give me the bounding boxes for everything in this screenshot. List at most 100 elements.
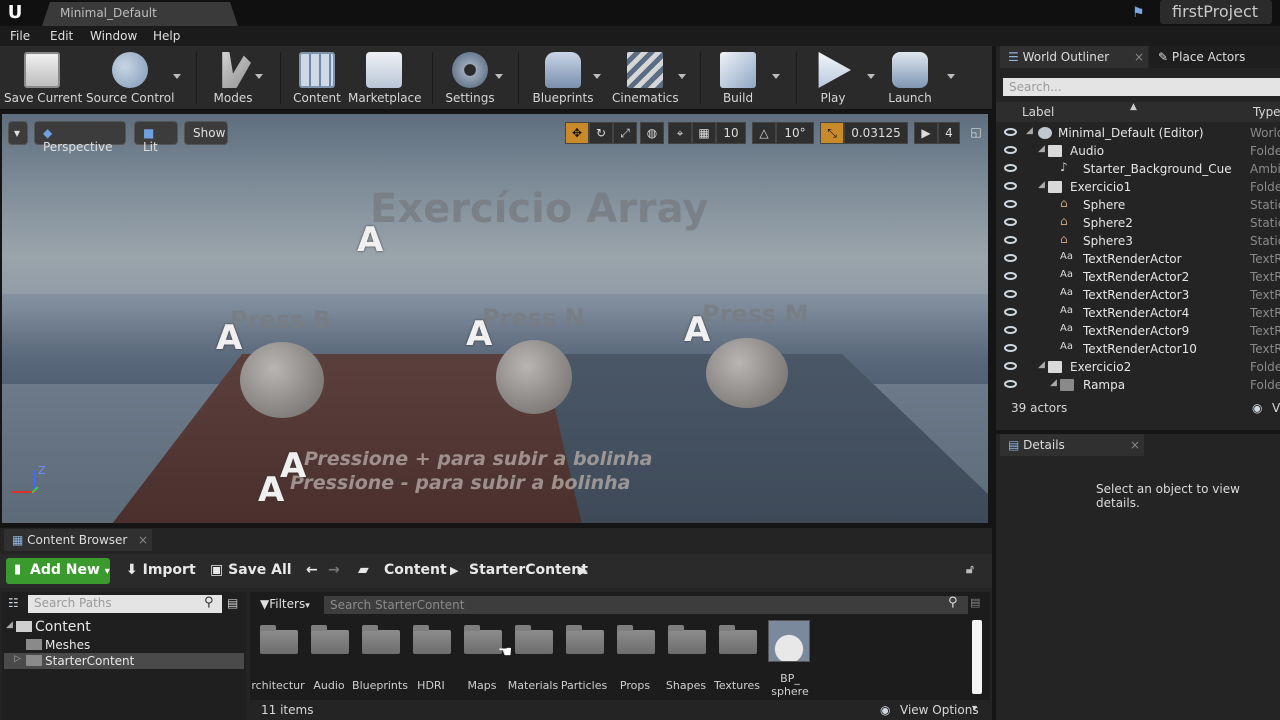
visibility-eye-icon[interactable]: [1004, 164, 1017, 172]
tab-place-actors[interactable]: ✎ Place Actors: [1150, 46, 1280, 68]
launch-button[interactable]: Launch: [882, 46, 938, 110]
menu-help[interactable]: Help: [153, 29, 180, 43]
rotation-snap-icon[interactable]: △: [752, 122, 776, 144]
tree-row[interactable]: Aa TextRenderActor10 TextR: [996, 340, 1280, 358]
visibility-eye-icon[interactable]: [1004, 380, 1017, 388]
visibility-eye-icon[interactable]: [1004, 326, 1017, 334]
folder-nav-icon[interactable]: ▰: [358, 562, 369, 578]
notification-icon[interactable]: ⚑: [1132, 5, 1150, 21]
breadcrumb-starter-content[interactable]: StarterContent: [469, 562, 588, 578]
save-search-icon[interactable]: ▤: [970, 596, 980, 609]
visibility-eye-icon[interactable]: [1004, 182, 1017, 190]
show-button[interactable]: Show: [184, 121, 228, 145]
play-button[interactable]: Play: [806, 46, 860, 110]
breadcrumb-chevron-icon[interactable]: ▶: [450, 564, 458, 577]
view-options-eye-icon[interactable]: ◉: [1252, 401, 1262, 415]
launch-dropdown-icon[interactable]: [947, 74, 955, 79]
rotation-snap-value[interactable]: 10°: [776, 122, 814, 144]
close-icon[interactable]: ×: [138, 533, 148, 547]
menu-file[interactable]: File: [10, 29, 30, 43]
blueprints-button[interactable]: Blueprints: [530, 46, 596, 110]
scale-snap-value[interactable]: 0.03125: [844, 122, 908, 144]
tree-row[interactable]: Aa TextRenderActor2 TextR: [996, 268, 1280, 286]
settings-button[interactable]: Settings: [442, 46, 498, 110]
assets-scrollbar[interactable]: [972, 620, 982, 694]
viewport-options-dropdown[interactable]: ▾: [8, 121, 28, 145]
sphere-b[interactable]: [240, 342, 324, 418]
expand-arrow-icon[interactable]: ◢: [1038, 180, 1045, 190]
tab-details[interactable]: ▤ Details ×: [1000, 434, 1144, 456]
content-button[interactable]: Content: [290, 46, 344, 110]
sources-toggle-icon[interactable]: ☷: [8, 596, 19, 610]
world-local-icon[interactable]: ◍: [640, 122, 664, 144]
menu-edit[interactable]: Edit: [50, 29, 73, 43]
rotate-tool-icon[interactable]: ↻: [589, 122, 613, 144]
modes-button[interactable]: Modes: [206, 46, 260, 110]
tree-item-meshes[interactable]: Meshes: [4, 637, 244, 653]
view-options-label[interactable]: V: [1272, 401, 1280, 415]
breadcrumb-chevron-icon[interactable]: ▶: [579, 564, 587, 577]
scale-tool-icon[interactable]: ⤢: [613, 122, 637, 144]
tree-row[interactable]: ♪ Starter_Background_Cue Ambie: [996, 160, 1280, 178]
save-current-button[interactable]: Save Current: [4, 46, 82, 110]
text-render-billboard-icon[interactable]: A: [357, 220, 383, 260]
visibility-eye-icon[interactable]: [1004, 308, 1017, 316]
filters-button[interactable]: ▼Filters▾: [260, 597, 310, 611]
play-dropdown-icon[interactable]: [867, 74, 875, 79]
tree-row[interactable]: Aa TextRenderActor4 TextR: [996, 304, 1280, 322]
save-all-button[interactable]: ▣ Save All: [210, 562, 292, 578]
camera-speed-value[interactable]: 4: [938, 122, 960, 144]
back-button[interactable]: ←: [306, 562, 318, 578]
paths-options-icon[interactable]: ▤: [227, 596, 238, 610]
sphere-n[interactable]: [496, 340, 572, 414]
add-new-button[interactable]: ▮ Add New ▾: [6, 558, 110, 584]
tree-row[interactable]: ◢ Rampa Folder: [996, 376, 1280, 394]
expand-arrow-icon[interactable]: ◢: [1026, 126, 1033, 136]
build-dropdown-icon[interactable]: [772, 74, 780, 79]
tree-row[interactable]: ◢ Exercicio2 Folder: [996, 358, 1280, 376]
tree-row[interactable]: ⌂ Sphere2 Static: [996, 214, 1280, 232]
outliner-search-input[interactable]: Search...: [1003, 78, 1280, 96]
translate-tool-icon[interactable]: ✥: [565, 122, 589, 144]
type-column-header[interactable]: Type: [1253, 105, 1280, 119]
forward-button[interactable]: →: [328, 562, 340, 578]
scale-snap-icon[interactable]: ⤡: [820, 122, 844, 144]
source-control-dropdown-icon[interactable]: [173, 74, 181, 79]
tab-world-outliner[interactable]: ☰ World Outliner ×: [1000, 46, 1148, 68]
visibility-eye-icon[interactable]: [1004, 128, 1017, 136]
text-render-billboard-icon[interactable]: A: [258, 470, 284, 510]
perspective-button[interactable]: ◆ Perspective: [34, 121, 126, 154]
marketplace-button[interactable]: Marketplace: [348, 46, 422, 110]
level-viewport[interactable]: Exercício Array Press B Press N Press M …: [2, 114, 988, 523]
close-icon[interactable]: ×: [1134, 50, 1144, 64]
maximize-viewport-icon[interactable]: ◱: [966, 122, 986, 144]
visibility-eye-icon[interactable]: [1004, 146, 1017, 154]
unreal-logo-icon[interactable]: U: [4, 2, 26, 24]
breadcrumb-content[interactable]: Content: [384, 562, 447, 578]
chevron-down-icon[interactable]: ▾: [972, 703, 977, 714]
text-render-billboard-icon[interactable]: A: [684, 310, 710, 350]
visibility-eye-icon[interactable]: [1004, 344, 1017, 352]
tree-row[interactable]: Aa TextRenderActor TextR: [996, 250, 1280, 268]
expand-arrow-icon[interactable]: ◢: [1050, 378, 1057, 388]
source-control-button[interactable]: Source Control: [86, 46, 174, 110]
settings-dropdown-icon[interactable]: [495, 74, 503, 79]
tree-row[interactable]: Aa TextRenderActor3 TextR: [996, 286, 1280, 304]
label-column-header[interactable]: Label: [1022, 105, 1054, 119]
visibility-eye-icon[interactable]: [1004, 218, 1017, 226]
search-icon[interactable]: ⚲: [948, 595, 958, 610]
expand-arrow-icon[interactable]: ◢: [1038, 360, 1045, 370]
menu-window[interactable]: Window: [90, 29, 137, 43]
lock-icon[interactable]: 🔓︎: [966, 562, 974, 577]
import-button[interactable]: ⬇ Import: [126, 562, 196, 578]
camera-speed-icon[interactable]: ▶: [914, 122, 938, 144]
tree-row[interactable]: ◢ Audio Folder: [996, 142, 1280, 160]
level-tab[interactable]: Minimal_Default: [42, 2, 238, 26]
tree-row[interactable]: ⌂ Sphere Static: [996, 196, 1280, 214]
visibility-eye-icon[interactable]: [1004, 200, 1017, 208]
visibility-eye-icon[interactable]: [1004, 254, 1017, 262]
search-paths-input[interactable]: Search Paths: [28, 595, 222, 613]
tree-row[interactable]: ◢ Minimal_Default (Editor) World: [996, 124, 1280, 142]
cinematics-dropdown-icon[interactable]: [678, 74, 686, 79]
view-options-button[interactable]: View Options: [900, 703, 979, 717]
